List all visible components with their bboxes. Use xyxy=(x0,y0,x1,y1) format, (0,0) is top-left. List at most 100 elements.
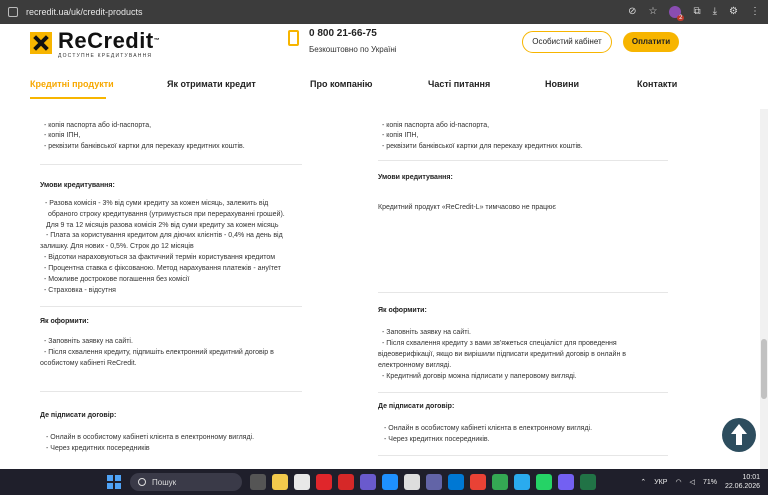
list-item: - копія паспорта або id-паспорта, xyxy=(44,122,152,129)
logo-tagline: ДОСТУПНЕ КРЕДИТУВАННЯ xyxy=(58,53,153,59)
opera-icon[interactable] xyxy=(316,474,332,490)
photos-icon[interactable] xyxy=(470,474,486,490)
logo-x-icon xyxy=(30,32,52,54)
how-to-apply-heading: Як оформити: xyxy=(378,307,427,314)
url-text[interactable]: recredit.ua/uk/credit-products xyxy=(26,7,143,17)
page-scrollbar[interactable] xyxy=(760,109,768,469)
nav-faq[interactable]: Часті питання xyxy=(428,79,490,89)
divider xyxy=(40,306,302,307)
list-item: - Процентна ставка є фіксованою. Метод н… xyxy=(44,265,281,272)
where-to-sign-heading: Де підписати договір: xyxy=(378,403,455,410)
nav-about-company[interactable]: Про компанію xyxy=(310,79,372,89)
list-item: - Можливе дострокове погашення без коміс… xyxy=(44,276,190,283)
browser-address-bar[interactable]: recredit.ua/uk/credit-products ⊘ ☆ 2 ⧉ ⤓… xyxy=(0,0,768,24)
list-item: особистому кабінеті ReCredit. xyxy=(40,360,137,367)
telegram-icon[interactable] xyxy=(514,474,530,490)
phone-subtitle: Безкоштовно по Україні xyxy=(309,45,397,54)
volume-icon[interactable]: ◁ xyxy=(690,478,695,486)
product-unavailable-notice: Кредитний продукт «ReCredit-L» тимчасово… xyxy=(378,204,556,211)
nav-active-underline xyxy=(30,97,106,99)
list-item: - реквізити банківської картки для перек… xyxy=(44,143,245,150)
scrollbar-thumb[interactable] xyxy=(761,339,767,399)
list-item: відеоверифікації, якщо ви вирішили підпи… xyxy=(378,351,626,358)
language-indicator[interactable]: УКР xyxy=(654,479,667,486)
phone-number[interactable]: 0 800 21-66-75 xyxy=(309,28,397,39)
pay-button[interactable]: Оплатити xyxy=(623,32,679,52)
tray-chevron-icon[interactable]: ⌃ xyxy=(640,478,646,486)
list-item: - Через кредитних посередників. xyxy=(384,436,490,443)
list-item: - Після схвалення кредиту з вами зв'яжет… xyxy=(382,340,617,347)
logo[interactable]: ReCredit™ ДОСТУПНЕ КРЕДИТУВАННЯ xyxy=(30,30,160,59)
clock[interactable]: 10:01 22.06.2026 xyxy=(725,473,760,491)
conditions-heading: Умови кредитування: xyxy=(40,182,115,189)
divider xyxy=(378,160,668,161)
list-item: - Разова комісія - 3% від суми кредиту з… xyxy=(45,200,269,207)
scroll-to-top-button[interactable] xyxy=(722,418,756,452)
clock-time: 10:01 xyxy=(742,474,760,481)
content-area: - копія паспорта або id-паспорта, - копі… xyxy=(0,109,768,469)
main-nav: Кредитні продукти Як отримати кредит Про… xyxy=(0,79,768,101)
list-item: - копія ІПН, xyxy=(44,132,81,139)
list-item: - копія паспорта або id-паспорта, xyxy=(382,122,490,129)
list-item: обраного строку кредитування (утримуєтьс… xyxy=(48,211,285,218)
list-item: - Заповніть заявку на сайті. xyxy=(382,329,471,336)
download-icon[interactable]: ⤓ xyxy=(713,7,717,17)
clock-date: 22.06.2026 xyxy=(724,483,760,490)
task-view-icon[interactable] xyxy=(250,474,266,490)
app-l-icon[interactable] xyxy=(338,474,354,490)
windows-taskbar: Пошук ⌃ УКР ◠ ◁ 71% 10:01 22.06.2026 xyxy=(0,469,768,495)
teams-icon[interactable] xyxy=(426,474,442,490)
start-menu-icon[interactable] xyxy=(107,475,121,489)
list-item: - Страховка - відсутня xyxy=(44,287,116,294)
more-icon[interactable]: ⋮ xyxy=(750,7,760,17)
taskbar-search[interactable]: Пошук xyxy=(130,473,242,491)
calendar-icon[interactable] xyxy=(404,474,420,490)
divider xyxy=(378,292,668,293)
list-item: залишку. Для нових - 0,5%. Строк до 12 м… xyxy=(40,243,194,250)
battery-level[interactable]: 71% xyxy=(703,479,717,486)
list-item: електронному вигляді. xyxy=(378,362,452,369)
avatar-badge: 2 xyxy=(677,15,685,21)
list-item: - Відсотки нараховуються за фактичний те… xyxy=(44,254,276,261)
wifi-icon[interactable]: ◠ xyxy=(675,478,681,486)
nav-how-to-get-credit[interactable]: Як отримати кредит xyxy=(167,79,256,89)
divider xyxy=(378,392,668,393)
list-item: - Онлайн в особистому кабінеті клієнта в… xyxy=(384,425,593,432)
nav-news[interactable]: Новини xyxy=(545,79,579,89)
notepad-icon[interactable] xyxy=(294,474,310,490)
star-icon[interactable]: ☆ xyxy=(649,7,658,17)
site-info-icon[interactable] xyxy=(8,7,18,17)
viber-icon[interactable] xyxy=(558,474,574,490)
logo-trademark: ™ xyxy=(153,38,161,44)
taskbar-apps xyxy=(250,474,596,490)
how-to-apply-heading: Як оформити: xyxy=(40,318,89,325)
copilot-icon[interactable] xyxy=(360,474,376,490)
profile-avatar[interactable]: 2 xyxy=(669,6,685,21)
edge-icon[interactable] xyxy=(382,474,398,490)
nav-credit-products[interactable]: Кредитні продукти xyxy=(30,79,114,89)
list-item: - Заповніть заявку на сайті. xyxy=(44,338,133,345)
whatsapp-icon[interactable] xyxy=(536,474,552,490)
list-item: - копія ІПН, xyxy=(382,132,419,139)
divider xyxy=(378,455,668,456)
site-header: ReCredit™ ДОСТУПНЕ КРЕДИТУВАННЯ 0 800 21… xyxy=(0,24,768,109)
file-explorer-icon[interactable] xyxy=(272,474,288,490)
logo-name: ReCredit xyxy=(58,28,154,53)
list-item: - Кредитний договір можна підписати у па… xyxy=(382,373,577,380)
search-icon xyxy=(138,478,146,486)
list-item: - Плата за користування кредитом для дію… xyxy=(46,232,283,239)
store-icon[interactable] xyxy=(448,474,464,490)
excel-icon[interactable] xyxy=(580,474,596,490)
taskbar-search-placeholder: Пошук xyxy=(152,477,177,487)
list-item: Для 9 та 12 місяців разова комісія 2% ві… xyxy=(46,222,279,229)
personal-cabinet-button[interactable]: Особистий кабінет xyxy=(522,31,612,53)
extensions-icon[interactable]: ⧉ xyxy=(693,7,700,17)
phone-block[interactable]: 0 800 21-66-75 Безкоштовно по Україні xyxy=(288,28,397,54)
phone-icon xyxy=(288,30,299,46)
chrome-icon[interactable] xyxy=(492,474,508,490)
eye-off-icon[interactable]: ⊘ xyxy=(628,7,636,17)
where-to-sign-heading: Де підписати договір: xyxy=(40,412,117,419)
nav-contacts[interactable]: Контакти xyxy=(637,79,677,89)
settings-icon[interactable]: ⚙ xyxy=(729,7,738,17)
divider xyxy=(40,164,302,165)
